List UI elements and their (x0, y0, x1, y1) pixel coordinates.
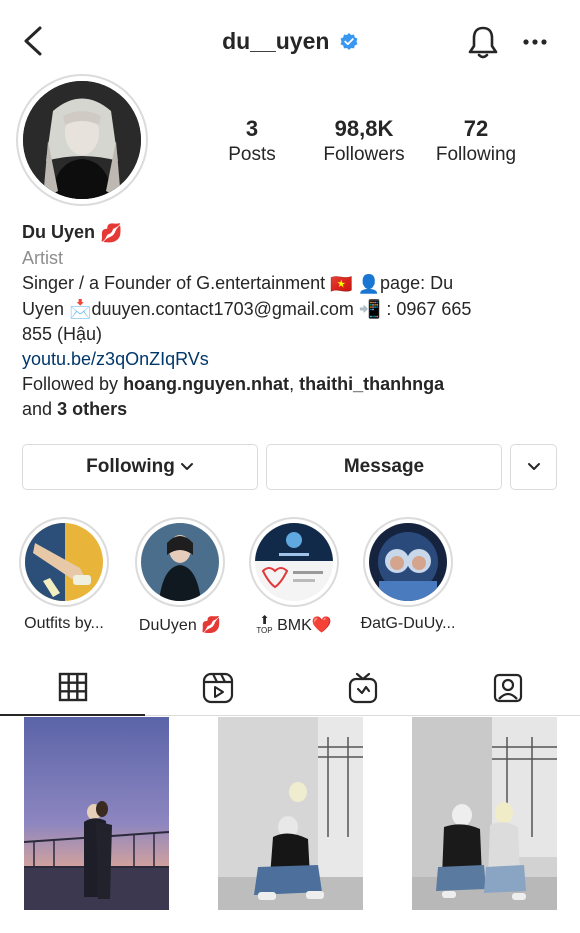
profile-tabs (0, 660, 580, 716)
bio-phone-cont: 855 (Hậu) (22, 324, 103, 345)
lips-emoji: 💋 (100, 222, 123, 243)
highlight-cover (255, 523, 333, 601)
mutual-others[interactable]: 3 others (57, 399, 127, 419)
post-thumbnail[interactable] (218, 717, 363, 910)
chevron-down-icon (180, 463, 193, 470)
bio-page-text: page: Du (380, 272, 454, 293)
category-label: Artist (22, 247, 64, 268)
tab-igtv[interactable] (290, 660, 435, 716)
igtv-icon (348, 672, 377, 704)
highlight-caption: Outfits by... (24, 615, 104, 632)
tab-posts-grid[interactable] (0, 660, 145, 716)
highlight-outfits[interactable]: Outfits by... (8, 517, 120, 633)
highlight-caption: ĐatG-DuUy... (360, 615, 456, 632)
mutual-follower-2[interactable]: thaithi_thanhnga (299, 374, 444, 394)
mutual-follower-1[interactable]: hoang.nguyen.nhat (123, 374, 289, 394)
highlight-cover (25, 523, 103, 601)
following-label: Following (435, 144, 517, 165)
bio-email: duuyen.contact1703@gmail.com (91, 298, 354, 319)
profile-avatar[interactable] (16, 74, 148, 206)
following-button-label: Following (86, 456, 175, 477)
tab-reels[interactable] (145, 660, 290, 716)
highlight-cover (369, 523, 447, 601)
highlight-ring (135, 517, 225, 607)
following-count: 72 (463, 116, 489, 141)
highlight-cover (141, 523, 219, 601)
more-options-icon[interactable] (520, 28, 550, 56)
highlight-caption: DuUyen 💋 (138, 617, 222, 634)
bio-page-text-cont: Uyen (22, 298, 65, 319)
bio-phone: : 0967 665 (386, 298, 472, 319)
suggested-dropdown-button[interactable] (510, 444, 557, 490)
grid-icon (58, 672, 87, 702)
tagged-icon (493, 673, 522, 703)
chevron-down-icon (527, 463, 540, 470)
envelope-emoji: 📩 (69, 299, 92, 320)
bio-link[interactable]: youtu.be/z3qOnZIqRVs (22, 347, 562, 372)
message-button[interactable]: Message (266, 444, 502, 490)
bio-text: Singer / a Founder of G.entertainment (22, 272, 326, 293)
phone-emoji: 📲 (358, 299, 382, 320)
avatar-image (23, 81, 141, 199)
highlight-caption: ⬆ TOP BMK❤️ (238, 613, 350, 636)
profile-header: du__uyen (0, 0, 580, 84)
highlight-ring (363, 517, 453, 607)
stat-following[interactable]: 72 Following (406, 116, 546, 166)
username: du__uyen (222, 28, 330, 54)
highlight-duuyen[interactable]: DuUyen 💋 (124, 517, 236, 635)
highlight-ring (249, 517, 339, 607)
bell-icon[interactable] (466, 24, 500, 60)
display-name: Du Uyen (22, 222, 96, 242)
verified-badge-icon (340, 32, 358, 50)
top-badge-icon: ⬆ TOP (256, 613, 273, 636)
tab-tagged[interactable] (435, 660, 580, 716)
profile-bio: Du Uyen 💋 Artist Singer / a Founder of G… (22, 220, 562, 422)
followed-by-prefix: Followed by (22, 374, 119, 395)
highlight-ring (19, 517, 109, 607)
following-button[interactable]: Following (22, 444, 258, 490)
highlight-caption-text: BMK❤️ (277, 617, 332, 634)
message-button-label: Message (343, 456, 425, 477)
comma: , (289, 374, 295, 395)
highlight-bmk[interactable]: ⬆ TOP BMK❤️ (238, 517, 350, 635)
and-text: and (22, 399, 53, 420)
post-thumbnail[interactable] (24, 717, 169, 910)
vietnam-flag-emoji: 🇻🇳 (330, 273, 353, 294)
post-thumbnail[interactable] (412, 717, 557, 910)
highlight-datg[interactable]: ĐatG-DuUy... (352, 517, 464, 633)
reels-icon (202, 672, 233, 704)
person-emoji: 👤 (357, 273, 381, 294)
